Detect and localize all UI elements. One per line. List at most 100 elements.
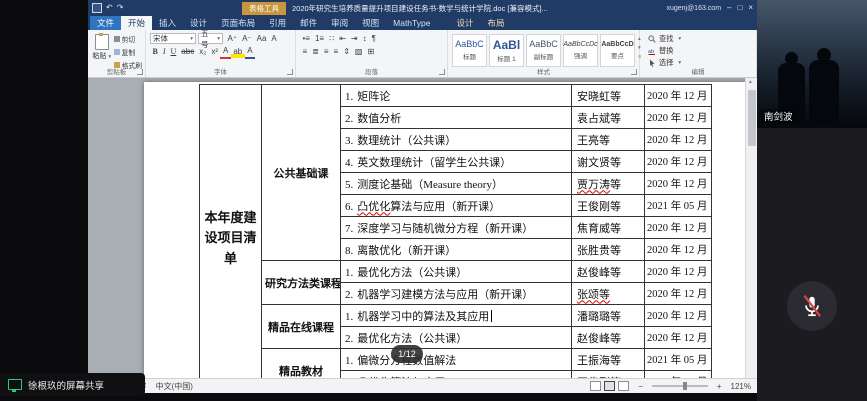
course-cell[interactable]: 7.深度学习与随机微分方程（新开课） (341, 217, 572, 239)
category-cell[interactable]: 精品在线课程 (262, 305, 341, 349)
table-tools-context-tab[interactable]: 表格工具 (242, 2, 286, 15)
tab-插入[interactable]: 插入 (152, 16, 183, 30)
mic-muted-button[interactable] (787, 281, 837, 331)
font-glyphs-row1-icon-2[interactable]: Aa (254, 33, 269, 45)
zoom-level[interactable]: 121% (731, 382, 751, 391)
font-glyphs-row2-icon-4[interactable]: x₂ (197, 46, 209, 58)
close-button[interactable]: × (748, 4, 753, 12)
category-cell[interactable]: 研究方法类课程 (262, 261, 341, 305)
person-cell[interactable]: 焦育威等 (572, 217, 645, 239)
para-glyphs-row1-icon-0[interactable]: •≡ (300, 33, 312, 45)
zoom-slider[interactable] (652, 385, 708, 387)
date-cell[interactable]: 2020 年 12 月← (645, 107, 712, 129)
date-cell[interactable]: 2020 年 12 月← (645, 261, 712, 283)
font-size-select[interactable]: 五号▾ (198, 33, 223, 44)
para-glyphs-row1-icon-5[interactable]: ↕ (360, 33, 369, 45)
style-chip-标题[interactable]: AaBbC标题 (452, 34, 487, 67)
course-cell[interactable]: 2.凸优化算法与应用 (341, 371, 572, 379)
font-glyphs-row1-icon-0[interactable]: A⁺ (225, 33, 240, 45)
tab-邮件[interactable]: 邮件 (293, 16, 324, 30)
course-cell[interactable]: 3.数理统计（公共课） (341, 129, 572, 151)
font-glyphs-row2-icon-5[interactable]: x² (209, 46, 221, 58)
font-family-select[interactable]: 宋体▾ (150, 33, 196, 44)
tab-审阅[interactable]: 审阅 (324, 16, 355, 30)
para-glyphs-row1-icon-2[interactable]: ∷ (327, 33, 337, 45)
person-cell[interactable]: 安晓虹等 (572, 85, 645, 107)
undo-icon[interactable]: ↶ (106, 4, 113, 12)
font-glyphs-row2-icon-8[interactable]: A (245, 45, 255, 59)
scrollbar-thumb[interactable] (748, 90, 756, 146)
category-cell[interactable]: 精品教材 (262, 349, 341, 379)
tab-引用[interactable]: 引用 (262, 16, 293, 30)
font-glyphs-row2-icon-7[interactable]: ab (231, 46, 245, 58)
zoom-in-button[interactable]: + (717, 382, 722, 391)
person-cell[interactable]: 王亮等 (572, 129, 645, 151)
font-glyphs-row1-icon-3[interactable]: A (269, 33, 279, 45)
dialog-launcher-icon[interactable] (287, 69, 293, 75)
date-cell[interactable]: 2020 年 12 月← (645, 283, 712, 305)
find-button[interactable]: 查找 ▾ (648, 34, 753, 44)
style-chip-标题 1[interactable]: AaBl标题 1 (489, 34, 524, 67)
minimize-button[interactable]: – (727, 4, 731, 12)
date-cell[interactable]: 2020 年 12 月← (645, 129, 712, 151)
person-cell[interactable]: 王振海等 (572, 349, 645, 371)
para-glyphs-row2-icon-4[interactable]: ⇕ (341, 46, 353, 58)
course-cell[interactable]: 2.最优化方法（公共课） (341, 327, 572, 349)
participant-video[interactable]: 南剑波 (757, 0, 867, 128)
date-cell[interactable]: 2020 年 12 月← (645, 305, 712, 327)
read-mode-icon[interactable] (590, 381, 601, 391)
course-cell[interactable]: 1.最优化方法（公共课） (341, 261, 572, 283)
date-cell[interactable]: 2020 年 12 月← (645, 327, 712, 349)
course-cell[interactable]: 1.矩阵论 (341, 85, 572, 107)
course-cell[interactable]: 4.英文数理统计（留学生公共课） (341, 151, 572, 173)
date-cell[interactable]: 2020 年 12 月← (645, 173, 712, 195)
account-email[interactable]: xugenj@163.com (666, 5, 721, 12)
font-glyphs-row1-icon-1[interactable]: A⁻ (240, 33, 255, 45)
date-cell[interactable]: 2020 年 12 月← (645, 151, 712, 173)
tab-MathType[interactable]: MathType (386, 16, 437, 30)
cut-button[interactable]: 剪切 (114, 34, 142, 44)
tab-设计[interactable]: 设计 (449, 16, 480, 30)
course-cell[interactable]: 1.偏微分方程数值解法 (341, 349, 572, 371)
course-cell[interactable]: 6.凸优化算法与应用（新开课） (341, 195, 572, 217)
dialog-launcher-icon[interactable] (439, 69, 445, 75)
para-glyphs-row1-icon-1[interactable]: 1≡ (312, 33, 326, 45)
para-glyphs-row2-icon-0[interactable]: ≡ (300, 46, 310, 58)
tab-视图[interactable]: 视图 (355, 16, 386, 30)
style-chip-要点[interactable]: AaBbCcD要点 (600, 34, 635, 67)
person-cell[interactable]: 赵俊峰等 (572, 261, 645, 283)
dialog-launcher-icon[interactable] (631, 69, 637, 75)
row-header-cell[interactable]: 本年度建设项目清单 (200, 85, 262, 379)
para-glyphs-row1-icon-3[interactable]: ⇤ (337, 33, 349, 45)
para-glyphs-row2-icon-1[interactable]: ≣ (310, 46, 322, 58)
person-cell[interactable]: 赵俊峰等 (572, 327, 645, 349)
font-glyphs-row2-icon-3[interactable]: abc (179, 46, 197, 58)
course-cell[interactable]: 5.测度论基础（Measure theory） (341, 173, 572, 195)
font-glyphs-row2-icon-2[interactable]: U (168, 46, 179, 58)
document-page[interactable]: 本年度建设项目清单公共基础课1.矩阵论安晓虹等2020 年 12 月←2.数值分… (144, 82, 746, 378)
tab-开始[interactable]: 开始 (121, 16, 152, 30)
date-cell[interactable]: 2020 年 12 月← (645, 217, 712, 239)
date-cell[interactable]: 2020 年 12 月← (645, 239, 712, 261)
person-cell[interactable]: 张胜贵等 (572, 239, 645, 261)
person-cell[interactable]: 贾万涛等 (572, 173, 645, 195)
category-cell[interactable]: 公共基础课 (262, 85, 341, 261)
date-cell[interactable]: 2021 年 05 月← (645, 371, 712, 379)
zoom-out-button[interactable]: − (638, 382, 643, 391)
person-cell[interactable]: 潘璐璐等 (572, 305, 645, 327)
print-layout-icon[interactable] (604, 381, 615, 391)
font-glyphs-row2-icon-1[interactable]: I (160, 46, 168, 58)
redo-icon[interactable]: ↷ (117, 4, 124, 12)
save-icon[interactable] (92, 3, 102, 13)
date-cell[interactable]: 2020 年 12 月← (645, 85, 712, 107)
course-cell[interactable]: 1.机器学习中的算法及其应用 (341, 305, 572, 327)
date-cell[interactable]: 2021 年 05 月← (645, 349, 712, 371)
tab-布局[interactable]: 布局 (480, 16, 511, 30)
replace-button[interactable]: ab 替换 (648, 46, 753, 56)
person-cell[interactable]: 王俊刚等 (572, 195, 645, 217)
vertical-scrollbar[interactable]: ▴ (745, 78, 757, 378)
para-glyphs-row1-icon-4[interactable]: ⇥ (348, 33, 360, 45)
person-cell[interactable]: 张颂等 (572, 283, 645, 305)
scroll-up-icon[interactable]: ▴ (749, 79, 752, 85)
para-glyphs-row2-icon-5[interactable]: ▨ (352, 46, 365, 58)
